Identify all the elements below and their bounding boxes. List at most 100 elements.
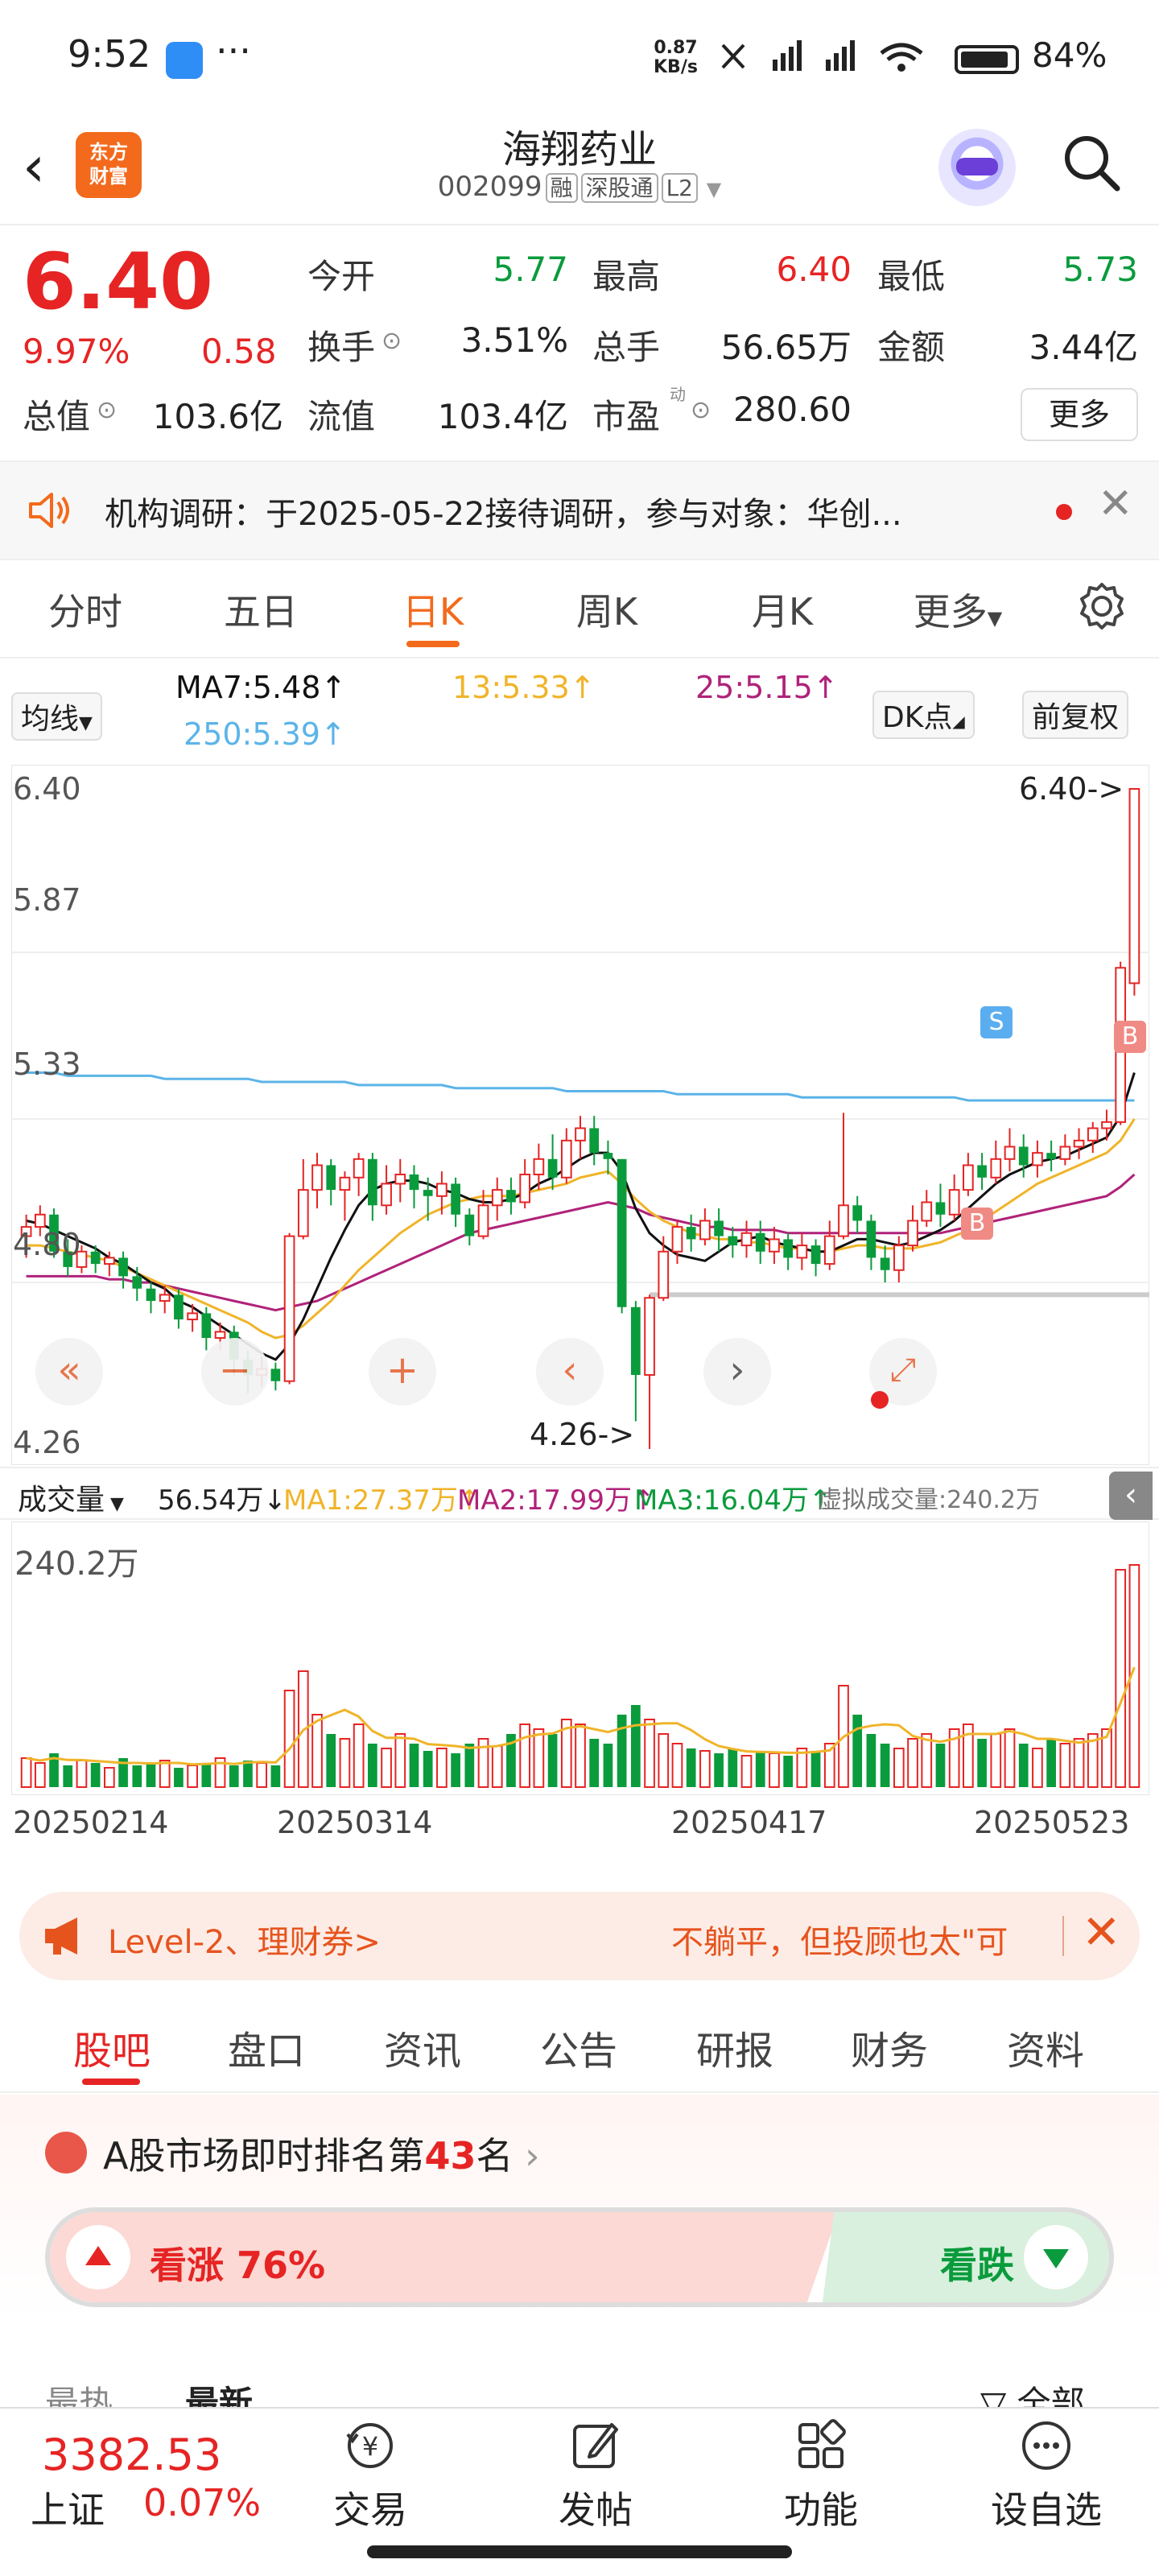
stat-value-amount: 3.44亿 [1029,328,1138,367]
candle-body [589,1128,600,1154]
info-icon[interactable]: ⊙ [691,396,711,424]
candle-body [866,1220,876,1258]
candle-body [740,1232,753,1247]
ranking-number: 43 [424,2134,476,2178]
volume-bar [740,1755,753,1788]
dk-point-button[interactable]: DK点◢ [872,691,975,739]
promo-banner[interactable]: Level-2、理财券> 不躺平，但投顾也太"可 ✕ [19,1892,1140,1980]
tab-monthly-k[interactable]: 月K [702,583,863,636]
search-icon[interactable] [1061,132,1122,193]
stat-label-turnover: 换手 [307,328,376,367]
home-indicator[interactable] [367,2545,792,2558]
adjust-button[interactable]: 前复权 [1022,691,1129,739]
signal-wifi-icons [716,37,942,85]
more-notifications-icon: ··· [216,29,251,72]
pe-dynamic-sup: 动 [670,385,686,404]
dropdown-icon[interactable]: ▼ [707,178,721,200]
ma-selector[interactable]: 均线▼ [11,692,102,741]
ma-legend: 均线▼ MA7:5.48↑ 13:5.33↑ 25:5.15↑ 250:5.39… [0,660,1159,765]
candle-body [907,1220,918,1247]
tab-weekly-k[interactable]: 周K [526,583,687,636]
volume-bar [90,1763,101,1787]
volume-bar [990,1733,1002,1788]
stock-code: 002099 [437,171,542,203]
volume-bar [603,1744,613,1787]
assistant-robot-icon[interactable] [938,129,1016,206]
candle-body [409,1174,419,1191]
add-watchlist-button[interactable]: 设自选 [974,2417,1119,2534]
collapse-panel-icon[interactable]: ‹ [1109,1472,1153,1520]
trade-button[interactable]: ¥ 交易 [298,2417,443,2534]
scroll-left-icon[interactable]: ‹ [536,1338,604,1406]
post-button[interactable]: 发帖 [523,2417,668,2534]
stat-value-volume: 56.65万 [720,328,852,367]
volume-bar [63,1765,73,1787]
institution-notice-bar[interactable]: 机构调研：于2025-05-22接待调研，参与对象：华创... ✕ [0,460,1159,560]
more-stats-button[interactable]: 更多 [1021,388,1138,441]
sell-signal-badge[interactable]: S [980,1006,1013,1038]
candle-body [394,1173,406,1185]
tab-forum[interactable]: 股吧 [35,2019,188,2075]
info-icon[interactable]: ⊙ [97,396,117,424]
volume-bar [1018,1744,1029,1787]
tab-profile[interactable]: 资料 [969,2019,1122,2075]
candle-body [1059,1146,1071,1160]
volume-bar [201,1763,212,1787]
promo-right-text[interactable]: 不躺平，但投顾也太"可 [671,1916,1050,1963]
volume-chart[interactable]: 240.2万 [10,1521,1150,1796]
arrow-down-icon[interactable] [1024,2225,1088,2289]
volume-bar [1046,1739,1056,1787]
tab-news[interactable]: 资讯 [346,2019,499,2075]
tag-level2: L2 [661,173,698,203]
volume-selector[interactable]: 成交量 ▼ [18,1476,124,1518]
volume-bar [423,1751,433,1787]
tab-orderbook[interactable]: 盘口 [190,2019,343,2075]
volume-bar [977,1739,987,1787]
tab-five-day[interactable]: 五日 [180,583,341,636]
scroll-right-icon[interactable]: › [703,1338,771,1406]
virtual-volume: 虚拟成交量:240.2万 [818,1486,1040,1514]
candle-body [1128,788,1140,985]
buy-signal-badge[interactable]: B [961,1208,993,1240]
volume-bar [270,1765,281,1787]
volume-bar [617,1715,627,1787]
tab-finance[interactable]: 财务 [813,2019,966,2075]
stock-header: ‹ 东方 财富 海翔药业 002099 融深股通 L2 ▼ [0,113,1159,225]
volume-bar [589,1739,600,1787]
candle-body [491,1189,503,1207]
volume-bar [935,1744,946,1787]
gear-icon[interactable] [1075,580,1128,633]
candle-body [353,1158,365,1179]
info-icon[interactable]: ⊙ [382,327,402,355]
rewind-icon[interactable]: « [35,1338,103,1406]
zoom-in-icon[interactable]: + [369,1338,436,1406]
ma7-value: MA7:5.48↑ [175,670,347,705]
index-name[interactable]: 上证 [31,2481,105,2534]
close-icon[interactable]: ✕ [1098,480,1133,528]
ranking-text[interactable]: A股市场即时排名第43名 › [103,2127,540,2180]
tab-intraday[interactable]: 分时 [5,583,166,636]
candlestick-chart[interactable]: 6.40 5.87 5.33 4.80 4.26 6.40-> 4.26-> S… [10,764,1150,1466]
index-value[interactable]: 3382.53 [42,2429,221,2480]
candle-body [948,1189,960,1216]
candle-body [617,1158,627,1307]
promo-left-text[interactable]: Level-2、理财券> [108,1916,381,1963]
volume-bar [866,1734,876,1787]
candle-body [963,1164,974,1191]
buy-signal-badge[interactable]: B [1114,1021,1146,1053]
tab-more[interactable]: 更多▼ [877,583,1038,636]
candle-body [699,1220,711,1241]
tab-research[interactable]: 研报 [658,2019,811,2075]
zoom-out-icon[interactable]: − [201,1338,269,1406]
ma13-value: 13:5.33↑ [452,670,596,705]
volume-bar [283,1690,295,1788]
volume-bar [104,1767,115,1788]
tab-announcements[interactable]: 公告 [502,2019,655,2075]
index-change[interactable]: 0.07% [143,2481,261,2524]
ranking-icon [45,2132,87,2174]
tab-daily-k[interactable]: 日K [353,583,514,636]
arrow-up-icon[interactable] [66,2225,130,2289]
close-icon[interactable]: ✕ [1082,1905,1121,1959]
app-notification-icon [166,42,203,79]
function-button[interactable]: 功能 [749,2417,893,2534]
